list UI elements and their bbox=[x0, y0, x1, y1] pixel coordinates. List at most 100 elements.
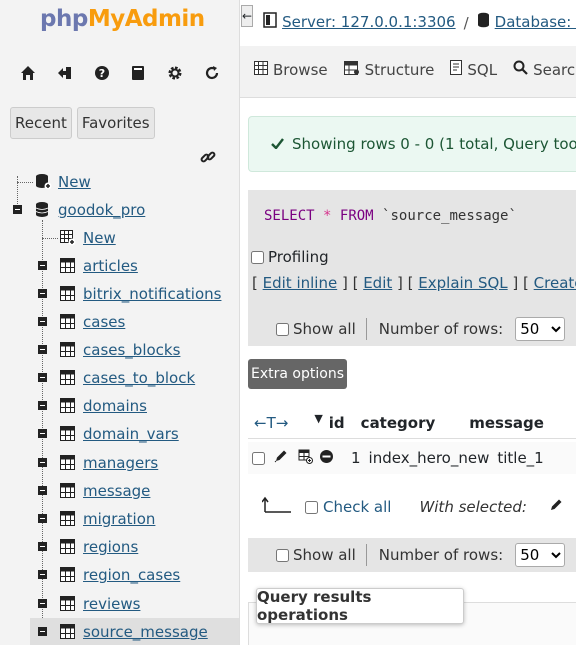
navigation-bar-bottom: Show all Number of rows: 50 bbox=[248, 538, 576, 572]
breadcrumb: ← Server: 127.0.0.1:3306 / Database: go bbox=[240, 0, 576, 46]
collapse-navigation-button[interactable]: ← bbox=[241, 5, 254, 27]
sql-icon bbox=[450, 60, 463, 79]
column-header-category[interactable]: category bbox=[361, 414, 436, 432]
arrow-up-right-icon bbox=[261, 496, 292, 518]
show-all-checkbox[interactable] bbox=[276, 548, 289, 562]
tree-item-table[interactable]: articles bbox=[0, 252, 239, 280]
help-icon[interactable]: ? bbox=[91, 62, 113, 84]
link-with-main-panel-icon[interactable] bbox=[199, 148, 217, 170]
edit-pencil-icon[interactable] bbox=[274, 449, 288, 467]
create-php-code-link[interactable]: Create PH bbox=[534, 274, 576, 292]
explain-sql-link[interactable]: Explain SQL bbox=[418, 274, 507, 292]
tree-item-table-active[interactable]: source_message bbox=[30, 618, 239, 645]
tree-item-table[interactable]: reviews bbox=[0, 590, 239, 618]
number-of-rows-select[interactable]: 50 bbox=[515, 543, 566, 567]
tree-item-table[interactable]: regions bbox=[0, 533, 239, 561]
expand-table-icon[interactable] bbox=[38, 570, 47, 579]
expand-table-icon[interactable] bbox=[38, 486, 47, 495]
check-all-label[interactable]: Check all bbox=[323, 498, 391, 516]
tree-line bbox=[42, 238, 58, 239]
results-table-header: ←T→ ▼ id category message bbox=[248, 407, 576, 439]
breadcrumb-server[interactable]: Server: 127.0.0.1:3306 bbox=[263, 12, 456, 32]
edit-selected-pencil-icon[interactable] bbox=[549, 498, 563, 516]
breadcrumb-database[interactable]: Database: go bbox=[477, 12, 576, 32]
row-checkbox[interactable] bbox=[252, 451, 265, 465]
table-icon bbox=[60, 539, 75, 558]
show-all-checkbox[interactable] bbox=[276, 322, 289, 336]
table-icon bbox=[60, 286, 75, 305]
expand-table-icon[interactable] bbox=[38, 345, 47, 354]
tree-item-new-database[interactable]: New bbox=[0, 168, 239, 196]
tree-item-table[interactable]: managers bbox=[0, 449, 239, 477]
favorites-button[interactable]: Favorites bbox=[76, 107, 155, 139]
tab-browse[interactable]: Browse bbox=[240, 60, 336, 79]
tree-item-table[interactable]: region_cases bbox=[0, 561, 239, 589]
table-icon bbox=[60, 426, 75, 445]
tree-item-table[interactable]: domain_vars bbox=[0, 420, 239, 448]
profiling-checkbox[interactable] bbox=[251, 250, 264, 264]
check-all-checkbox[interactable] bbox=[305, 500, 318, 514]
cell-id[interactable]: 1 bbox=[351, 449, 361, 467]
tree-item-table[interactable]: domains bbox=[0, 392, 239, 420]
expand-table-icon[interactable] bbox=[38, 429, 47, 438]
tree-item-table[interactable]: cases_to_block bbox=[0, 364, 239, 392]
tree-item-table[interactable]: bitrix_notifications bbox=[0, 280, 239, 308]
edit-link[interactable]: Edit bbox=[363, 274, 392, 292]
svg-text:?: ? bbox=[98, 67, 104, 80]
sort-down-icon[interactable]: ▼ bbox=[314, 412, 322, 425]
expand-table-icon[interactable] bbox=[38, 289, 47, 298]
bulk-actions: Check all With selected: bbox=[248, 491, 576, 523]
expand-table-icon[interactable] bbox=[38, 261, 47, 270]
tab-sql[interactable]: SQL bbox=[442, 60, 505, 79]
navigation-bar-top: Show all Number of rows: 50 bbox=[248, 312, 576, 346]
column-header-id[interactable]: id bbox=[329, 414, 345, 432]
logout-icon[interactable] bbox=[54, 62, 76, 84]
tree-item-table[interactable]: cases_blocks bbox=[0, 336, 239, 364]
cell-message[interactable]: title_1 bbox=[497, 449, 543, 467]
expand-table-icon[interactable] bbox=[38, 401, 47, 410]
reload-icon[interactable] bbox=[201, 62, 223, 84]
tab-search[interactable]: Searc bbox=[505, 60, 576, 79]
recent-button[interactable]: Recent bbox=[10, 107, 72, 139]
extra-options-button[interactable]: Extra options bbox=[248, 359, 347, 389]
collapse-database-icon[interactable] bbox=[13, 205, 22, 214]
tree-item-new-table[interactable]: New bbox=[0, 224, 239, 252]
phpmyadmin-logo[interactable]: phpMyAdmin bbox=[40, 6, 205, 32]
tree-item-table[interactable]: cases bbox=[0, 308, 239, 336]
tree-item-table[interactable]: message bbox=[0, 477, 239, 505]
sql-query-text[interactable]: SELECT * FROM `source_message` bbox=[264, 208, 576, 228]
table-icon bbox=[60, 342, 75, 361]
home-icon[interactable] bbox=[17, 62, 39, 84]
docs-icon[interactable] bbox=[127, 62, 149, 84]
tab-structure[interactable]: Structure bbox=[336, 60, 443, 79]
breadcrumb-separator: / bbox=[463, 14, 469, 32]
success-message: Showing rows 0 - 0 (1 total, Query took … bbox=[248, 116, 576, 172]
expand-table-icon[interactable] bbox=[38, 542, 47, 551]
expand-table-icon[interactable] bbox=[38, 317, 47, 326]
nav-icon-bar: ? bbox=[10, 62, 230, 84]
delete-row-icon[interactable] bbox=[319, 449, 334, 468]
column-header-message[interactable]: message bbox=[469, 414, 544, 432]
table-icon bbox=[60, 511, 75, 530]
table-icon bbox=[60, 567, 75, 586]
expand-table-icon[interactable] bbox=[38, 458, 47, 467]
database-icon bbox=[35, 201, 50, 222]
profiling-option: Profiling bbox=[251, 248, 329, 266]
sql-actions: [ Edit inline ] [ Edit ] [ Explain SQL ]… bbox=[252, 274, 576, 292]
column-sort-arrows[interactable]: ←T→ bbox=[254, 414, 288, 432]
expand-table-icon[interactable] bbox=[38, 514, 47, 523]
cell-category[interactable]: index_hero_new bbox=[369, 449, 490, 467]
settings-icon[interactable] bbox=[164, 62, 186, 84]
navigation-panel: phpMyAdmin ? Recent Favorites New goodok… bbox=[0, 0, 240, 645]
table-row: 1 index_hero_new title_1 bbox=[248, 442, 576, 474]
tree-item-database[interactable]: goodok_pro bbox=[0, 196, 239, 224]
edit-inline-link[interactable]: Edit inline bbox=[263, 274, 338, 292]
copy-row-icon[interactable] bbox=[298, 449, 313, 468]
expand-table-icon[interactable] bbox=[38, 373, 47, 382]
expand-table-icon[interactable] bbox=[38, 599, 47, 608]
expand-table-icon[interactable] bbox=[38, 627, 47, 636]
number-of-rows-select[interactable]: 50 bbox=[515, 317, 566, 341]
tree-item-table[interactable]: migration bbox=[0, 505, 239, 533]
new-table-icon bbox=[60, 230, 76, 250]
search-icon bbox=[513, 60, 528, 79]
